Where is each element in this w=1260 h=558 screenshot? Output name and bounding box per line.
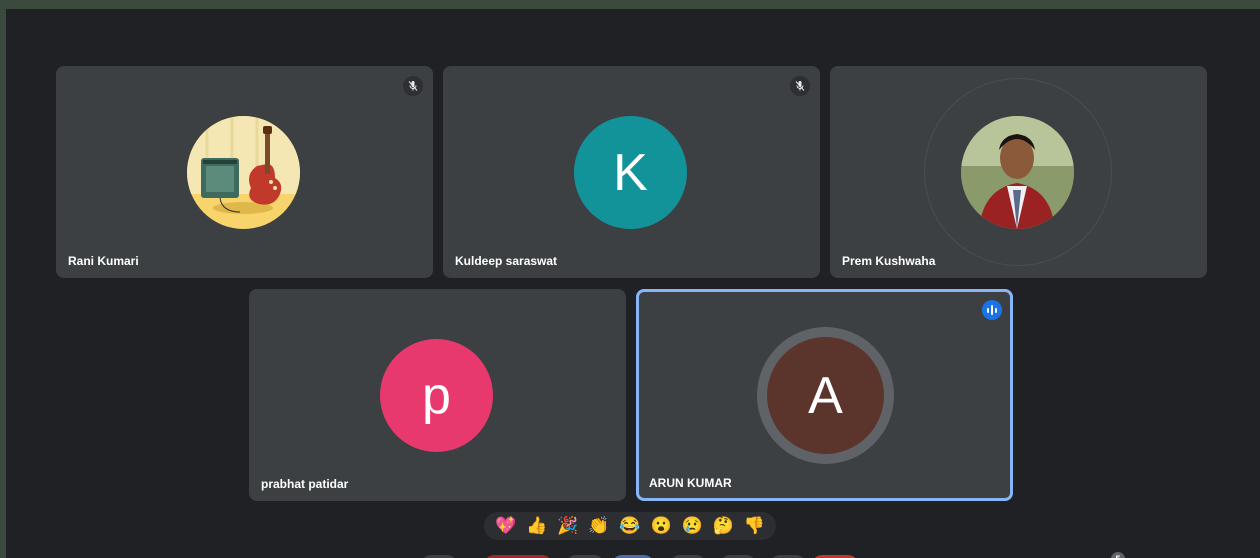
reaction-surprised[interactable]: 😮 — [651, 516, 672, 536]
avatar-initial: A — [767, 337, 884, 454]
reaction-thumbs-up[interactable]: 👍 — [526, 516, 547, 536]
participant-name: ARUN KUMAR — [649, 476, 732, 490]
participant-name: Kuldeep saraswat — [455, 254, 558, 268]
speaking-indicator-icon — [982, 300, 1002, 320]
participant-tile-kuldeep-saraswat[interactable]: K Kuldeep saraswat — [443, 66, 820, 278]
participant-name: Prem Kushwaha — [842, 254, 936, 268]
reaction-thinking[interactable]: 🤔 — [713, 516, 734, 536]
reaction-party-popper[interactable]: 🎉 — [557, 516, 578, 536]
avatar-photo — [961, 116, 1074, 229]
avatar-initial: K — [574, 116, 687, 229]
participant-name: prabhat patidar — [261, 477, 349, 491]
reaction-clapping-hands[interactable]: 👏 — [588, 516, 609, 536]
reaction-crying[interactable]: 😢 — [682, 516, 703, 536]
participant-tile-prabhat-patidar[interactable]: p prabhat patidar — [249, 289, 626, 501]
people-count-badge[interactable]: 5 — [1111, 552, 1125, 558]
participant-tile-arun-kumar[interactable]: A ARUN KUMAR — [636, 289, 1013, 501]
participant-tile-rani-kumari[interactable]: Rani Kumari — [56, 66, 433, 278]
participant-name: Rani Kumari — [68, 254, 139, 268]
reaction-thumbs-down[interactable]: 👎 — [744, 516, 765, 536]
reactions-bar: 💖 👍 🎉 👏 😂 😮 😢 🤔 👎 — [484, 512, 776, 540]
avatar-initial: p — [380, 339, 493, 452]
meeting-stage: Rani Kumari K Kuldeep saraswat Prem Kush… — [6, 9, 1260, 558]
reaction-sparkling-heart[interactable]: 💖 — [495, 516, 516, 536]
mic-off-icon — [790, 76, 810, 96]
mic-off-icon — [403, 76, 423, 96]
participant-tile-prem-kushwaha[interactable]: Prem Kushwaha — [830, 66, 1207, 278]
avatar-guitar-illustration — [187, 116, 300, 229]
reaction-tears-of-joy[interactable]: 😂 — [619, 516, 640, 536]
